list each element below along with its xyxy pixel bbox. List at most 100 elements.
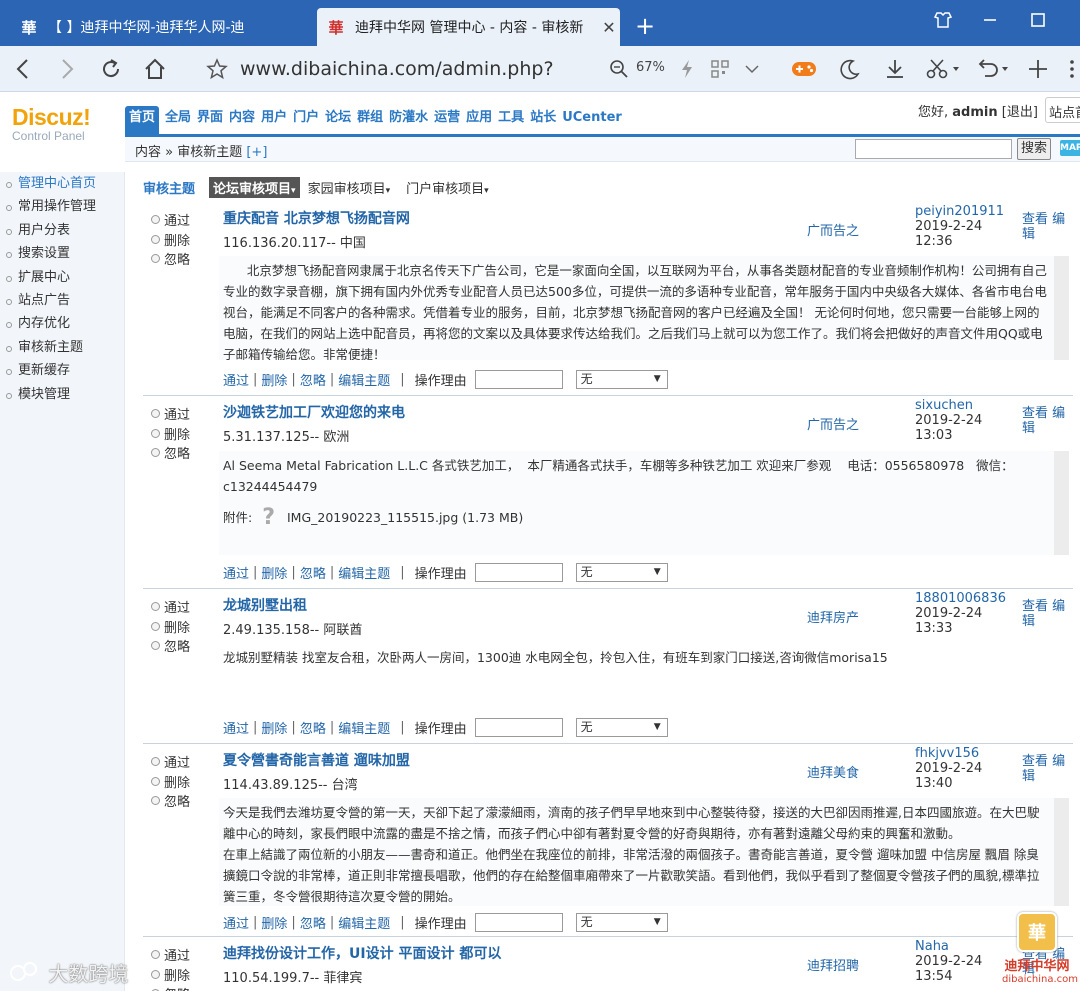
reason-select[interactable]: 无 ▼ xyxy=(575,563,668,582)
nav-content[interactable]: 内容 xyxy=(226,106,258,134)
radio-button[interactable] xyxy=(151,641,160,651)
option-pass[interactable]: 通过 xyxy=(151,945,190,965)
option-delete[interactable]: 删除 xyxy=(151,965,190,985)
pass-link[interactable]: 通过 xyxy=(223,718,249,737)
download-icon[interactable] xyxy=(881,54,909,84)
ignore-link[interactable]: 忽略 xyxy=(300,370,326,389)
post-title[interactable]: 夏令營書奇能言善道 遛味加盟 xyxy=(223,750,410,770)
map-button[interactable]: MAP xyxy=(1060,140,1080,156)
post-author[interactable]: fhkjvv156 xyxy=(915,746,979,761)
nav-operations[interactable]: 运营 xyxy=(431,106,463,134)
bookmark-star-icon[interactable] xyxy=(203,54,231,84)
radio-button[interactable] xyxy=(151,409,160,419)
filter-portal[interactable]: 门户审核项目▾ xyxy=(406,178,489,197)
ignore-link[interactable]: 忽略 xyxy=(300,563,326,582)
site-home-button[interactable]: 站点首页 xyxy=(1045,97,1080,123)
sidebar-item-moderate-threads[interactable]: 审核新主题 xyxy=(0,336,124,359)
option-pass[interactable]: 通过 xyxy=(151,404,190,424)
nav-interface[interactable]: 界面 xyxy=(194,106,226,134)
post-body[interactable]: 今天是我們去潍坊夏令營的第一天，天卻下起了濛濛細雨，濟南的孩子們早早地來到中心整… xyxy=(219,798,1069,906)
post-author[interactable]: peiyin201911 xyxy=(915,204,1004,219)
option-delete[interactable]: 删除 xyxy=(151,424,190,444)
view-link[interactable]: 查看 xyxy=(1022,406,1048,421)
edit-thread-link[interactable]: 编辑主题 xyxy=(338,913,390,932)
qrcode-icon[interactable] xyxy=(708,54,732,84)
zoom-level[interactable]: 67% xyxy=(636,60,665,75)
back-icon[interactable] xyxy=(8,54,38,84)
nav-forum[interactable]: 论坛 xyxy=(322,106,354,134)
nav-tools[interactable]: 工具 xyxy=(495,106,527,134)
nav-antispam[interactable]: 防灌水 xyxy=(386,106,431,134)
scroll-down-icon[interactable]: ▼ xyxy=(1055,347,1068,360)
ignore-link[interactable]: 忽略 xyxy=(300,913,326,932)
pass-link[interactable]: 通过 xyxy=(223,913,249,932)
discuz-logo[interactable]: Discuz! Control Panel xyxy=(12,104,122,143)
minimize-icon[interactable] xyxy=(975,10,1005,35)
option-delete[interactable]: 删除 xyxy=(151,617,190,637)
nav-webmaster[interactable]: 站长 xyxy=(527,106,559,134)
filter-home[interactable]: 家园审核项目▾ xyxy=(308,178,391,197)
post-forum[interactable]: 迪拜美食 xyxy=(807,762,859,781)
scissors-icon[interactable] xyxy=(922,54,964,84)
pass-link[interactable]: 通过 xyxy=(223,563,249,582)
nav-groups[interactable]: 群组 xyxy=(354,106,386,134)
reason-select[interactable]: 无 ▼ xyxy=(575,370,668,389)
address-bar[interactable]: www.dibaichina.com/admin.php? xyxy=(240,58,554,80)
sidebar-item-site-ads[interactable]: 站点广告 xyxy=(0,289,124,312)
radio-button[interactable] xyxy=(151,950,160,960)
reason-input[interactable] xyxy=(474,913,563,932)
post-author[interactable]: Naha xyxy=(915,939,949,954)
delete-link[interactable]: 删除 xyxy=(261,563,287,582)
browser-tab-2-active[interactable]: 華 迪拜中华网 管理中心 - 内容 - 审核新 ✕ xyxy=(317,8,620,46)
new-tab-button[interactable]: + xyxy=(630,12,660,40)
nav-apps[interactable]: 应用 xyxy=(463,106,495,134)
scroll-up-icon[interactable]: ▲ xyxy=(1055,798,1068,811)
scroll-up-icon[interactable]: ▲ xyxy=(1055,256,1068,269)
nav-global[interactable]: 全局 xyxy=(162,106,194,134)
post-title[interactable]: 迪拜找份设计工作，UI设计 平面设计 都可以 xyxy=(223,943,501,963)
sidebar-item-user-tables[interactable]: 用户分表 xyxy=(0,219,124,242)
option-pass[interactable]: 通过 xyxy=(151,210,190,230)
close-tab-icon[interactable]: ✕ xyxy=(598,18,620,37)
zoom-icon[interactable] xyxy=(606,54,632,84)
filter-forum-active[interactable]: 论坛审核项目▾ xyxy=(209,176,300,198)
ignore-link[interactable]: 忽略 xyxy=(300,718,326,737)
delete-link[interactable]: 删除 xyxy=(261,370,287,389)
option-ignore[interactable]: 忽略 xyxy=(151,249,190,269)
post-forum[interactable]: 广而告之 xyxy=(807,414,859,433)
delete-link[interactable]: 删除 xyxy=(261,913,287,932)
post-forum[interactable]: 迪拜招聘 xyxy=(807,955,859,974)
radio-button[interactable] xyxy=(151,969,160,979)
sidebar-item-home[interactable]: 管理中心首页 xyxy=(0,172,124,195)
sidebar-item-update-cache[interactable]: 更新缓存 xyxy=(0,359,124,382)
skin-icon[interactable] xyxy=(928,10,958,35)
add-shortcut-link[interactable]: [+] xyxy=(246,145,267,160)
lightning-icon[interactable] xyxy=(676,54,698,84)
view-link[interactable]: 查看 xyxy=(1022,599,1048,614)
radio-button[interactable] xyxy=(151,776,160,786)
post-forum[interactable]: 迪拜房产 xyxy=(807,607,859,626)
scroll-down-icon[interactable]: ▼ xyxy=(1055,893,1068,906)
pass-link[interactable]: 通过 xyxy=(223,370,249,389)
post-body[interactable]: 北京梦想飞扬配音网隶属于北京名传天下广告公司，它是一家面向全国，以互联网为平台，… xyxy=(219,256,1069,360)
nav-portal[interactable]: 门户 xyxy=(290,106,322,134)
reason-select[interactable]: 无 ▼ xyxy=(575,913,668,932)
radio-button[interactable] xyxy=(151,757,160,767)
option-ignore[interactable]: 忽略 xyxy=(151,984,190,991)
edit-thread-link[interactable]: 编辑主题 xyxy=(338,563,390,582)
option-ignore[interactable]: 忽略 xyxy=(151,443,190,463)
view-link[interactable]: 查看 xyxy=(1022,212,1048,227)
reload-icon[interactable] xyxy=(95,54,127,84)
reason-input[interactable] xyxy=(474,370,563,389)
option-ignore[interactable]: 忽略 xyxy=(151,636,190,656)
radio-button[interactable] xyxy=(151,602,160,612)
scroll-down-icon[interactable]: ▼ xyxy=(1055,542,1068,555)
edit-thread-link[interactable]: 编辑主题 xyxy=(338,718,390,737)
post-author[interactable]: 18801006836 xyxy=(915,591,1006,606)
scrollbar-thumb[interactable] xyxy=(1056,816,1067,834)
search-input[interactable] xyxy=(855,139,1012,159)
menu-more-icon[interactable] xyxy=(1064,54,1080,84)
maximize-icon[interactable] xyxy=(1023,10,1053,35)
option-ignore[interactable]: 忽略 xyxy=(151,791,190,811)
post-title[interactable]: 沙迦铁艺加工厂欢迎您的来电 xyxy=(223,402,405,422)
